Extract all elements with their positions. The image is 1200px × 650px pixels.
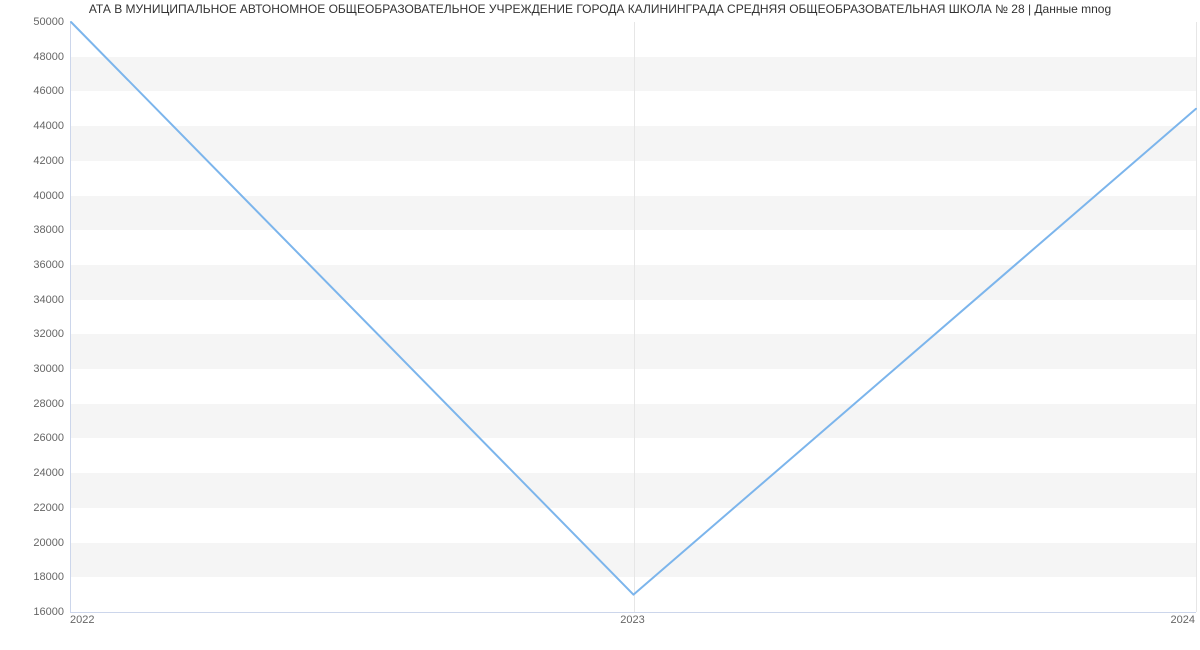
y-tick-label: 34000 [0, 294, 64, 306]
line-series [71, 22, 1196, 612]
x-tick-label: 2022 [70, 614, 94, 626]
y-tick-label: 22000 [0, 502, 64, 514]
y-tick-label: 28000 [0, 398, 64, 410]
y-tick-label: 30000 [0, 363, 64, 375]
y-tick-label: 44000 [0, 120, 64, 132]
y-tick-label: 20000 [0, 537, 64, 549]
x-axis-labels: 2022 2023 2024 [70, 614, 1195, 634]
grid-vline [1196, 22, 1197, 612]
x-tick-label: 2023 [620, 614, 644, 626]
y-tick-label: 38000 [0, 224, 64, 236]
y-tick-label: 50000 [0, 16, 64, 28]
y-tick-label: 26000 [0, 432, 64, 444]
chart-title: АТА В МУНИЦИПАЛЬНОЕ АВТОНОМНОЕ ОБЩЕОБРАЗ… [0, 0, 1200, 16]
y-tick-label: 24000 [0, 467, 64, 479]
y-tick-label: 48000 [0, 51, 64, 63]
y-tick-label: 42000 [0, 155, 64, 167]
y-tick-label: 32000 [0, 328, 64, 340]
y-tick-label: 40000 [0, 190, 64, 202]
y-tick-label: 16000 [0, 606, 64, 618]
y-tick-label: 46000 [0, 85, 64, 97]
plot-area [70, 22, 1196, 613]
y-axis-labels: 1600018000200002200024000260002800030000… [0, 22, 64, 612]
y-tick-label: 18000 [0, 571, 64, 583]
x-tick-label: 2024 [1171, 614, 1195, 626]
y-tick-label: 36000 [0, 259, 64, 271]
